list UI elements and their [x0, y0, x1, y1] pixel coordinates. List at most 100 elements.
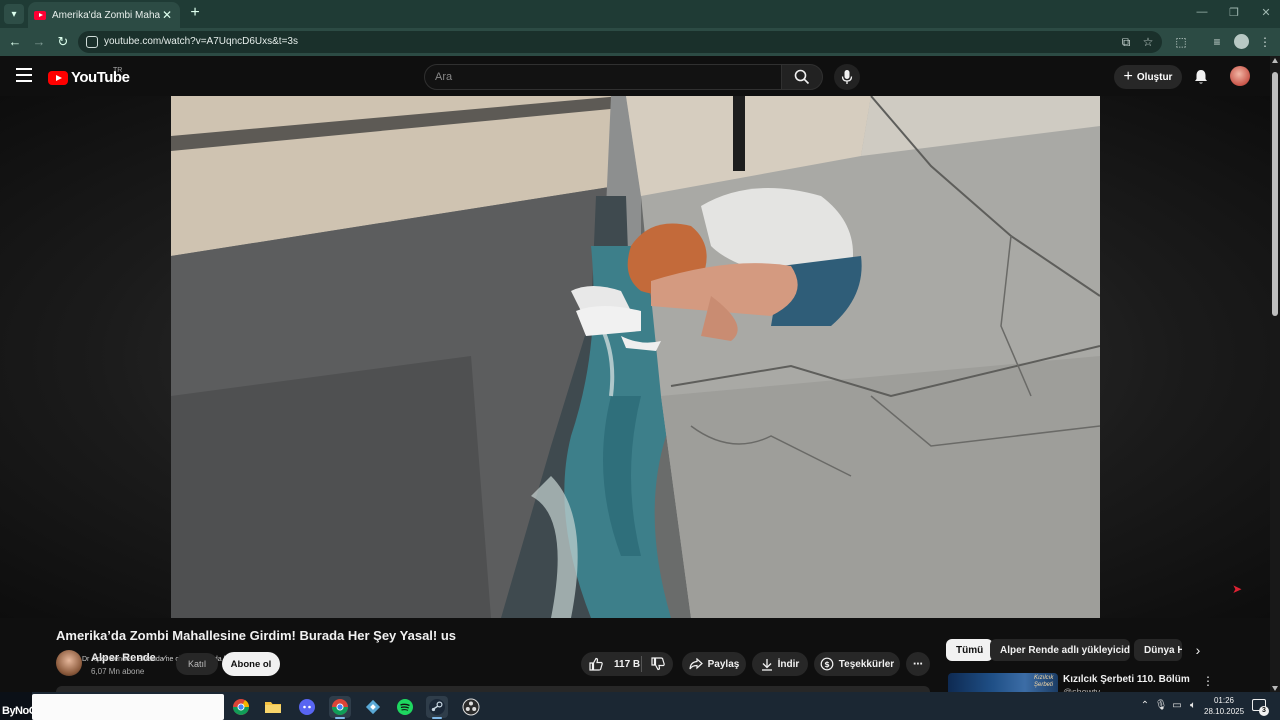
forward-arrow-icon[interactable]: →: [30, 33, 48, 51]
share-label: Paylaş: [707, 658, 740, 670]
close-window-icon[interactable]: ✕: [1256, 6, 1276, 19]
recommendation-title[interactable]: Kızılcık Şerbeti 110. Bölüm: [1063, 674, 1190, 685]
voice-search-button[interactable]: [834, 64, 860, 90]
chip-from-uploader[interactable]: Alper Rende adlı yükleyiciden: [990, 639, 1130, 661]
plus-icon: +: [1123, 68, 1133, 85]
discord-taskbar-icon[interactable]: [296, 696, 318, 718]
obs-taskbar-icon[interactable]: [460, 696, 482, 718]
more-actions-button[interactable]: ⋯: [906, 652, 930, 676]
steam-taskbar-icon[interactable]: [426, 696, 448, 718]
thanks-label: Teşekkürler: [838, 658, 895, 670]
like-dislike-group: 117 B: [581, 652, 673, 676]
clock-date[interactable]: 28.10.2025: [1204, 707, 1244, 716]
search-box: [424, 64, 782, 90]
join-button[interactable]: Katıl: [176, 653, 218, 675]
steam-icon: [429, 699, 445, 715]
microphone-icon: [841, 70, 853, 84]
like-button[interactable]: 117 B: [589, 657, 640, 671]
thumbnail-logo-text: Kızılcık Şerbeti: [1034, 675, 1054, 688]
share-icon: [689, 658, 703, 670]
volume-tray-icon[interactable]: 🔈︎: [1186, 700, 1200, 711]
youtube-header: YouTube TR + Oluştur: [0, 56, 1280, 96]
spotify-icon: [397, 699, 413, 715]
notification-badge: 3: [1259, 706, 1269, 716]
chrome-icon: [233, 699, 249, 715]
app-taskbar-icon[interactable]: [362, 696, 384, 718]
video-title: Amerika’da Zombi Mahallesine Girdim! Bur…: [56, 628, 457, 643]
more-vertical-icon[interactable]: ⋮: [1202, 674, 1214, 688]
thumbs-up-icon: [589, 657, 603, 671]
spotify-taskbar-icon[interactable]: [394, 696, 416, 718]
taskbar-search-box[interactable]: [32, 694, 224, 720]
site-info-icon[interactable]: [86, 36, 98, 48]
tab-close-icon[interactable]: ✕: [160, 8, 174, 22]
browser-profile-avatar[interactable]: [1234, 34, 1249, 49]
restore-window-icon[interactable]: ❐: [1224, 6, 1244, 19]
chrome-icon: [332, 699, 348, 715]
media-controls-icon[interactable]: ≡: [1208, 33, 1226, 51]
address-bar[interactable]: youtube.com/watch?v=A7UqncD6Uxs&t=3s ⧉ ☆: [78, 31, 1162, 53]
youtube-play-icon: [48, 70, 68, 85]
user-avatar[interactable]: [1230, 66, 1250, 86]
menu-hamburger-icon[interactable]: [16, 68, 32, 82]
running-indicator: [335, 717, 345, 719]
chrome-taskbar-icon[interactable]: [230, 696, 252, 718]
tray-overflow-chevron-icon[interactable]: ⌃: [1138, 700, 1152, 711]
thumbs-down-icon: [651, 657, 665, 671]
search-icon: [794, 69, 810, 85]
obs-icon: [462, 698, 480, 716]
more-horizontal-icon: ⋯: [913, 658, 923, 670]
minimize-window-icon[interactable]: —: [1192, 6, 1212, 18]
scroll-up-arrow-icon[interactable]: [1272, 58, 1278, 63]
video-player[interactable]: [171, 96, 1100, 618]
youtube-favicon-icon: [34, 10, 46, 20]
thanks-button[interactable]: $ Teşekkürler: [814, 652, 900, 676]
search-input[interactable]: [425, 65, 781, 89]
like-dislike-divider: [641, 656, 642, 672]
scroll-down-arrow-icon[interactable]: [1272, 686, 1278, 691]
extensions-puzzle-icon[interactable]: ⬚: [1172, 33, 1190, 51]
install-app-icon[interactable]: ⧉: [1118, 35, 1134, 50]
chrome-menu-icon[interactable]: ⋮: [1256, 33, 1274, 51]
url-text[interactable]: youtube.com/watch?v=A7UqncD6Uxs&t=3s: [104, 36, 298, 47]
download-label: İndir: [777, 658, 800, 670]
share-button[interactable]: Paylaş: [682, 652, 746, 676]
page-scrollbar[interactable]: [1270, 56, 1280, 692]
back-arrow-icon[interactable]: ←: [6, 33, 24, 51]
download-button[interactable]: İndir: [752, 652, 808, 676]
network-tray-icon[interactable]: ▭: [1170, 700, 1184, 711]
microphone-tray-icon[interactable]: 🎙︎: [1154, 700, 1168, 711]
running-indicator: [432, 717, 442, 719]
chevron-right-icon[interactable]: ›: [1188, 640, 1208, 660]
subscribe-button[interactable]: Abone ol: [222, 652, 280, 676]
recommendation-thumbnail[interactable]: Kızılcık Şerbeti: [948, 673, 1058, 692]
chrome-profile-taskbar-icon[interactable]: [329, 696, 351, 718]
browser-tab-active[interactable]: Amerika'da Zombi Mahallesine ✕: [28, 2, 180, 28]
svg-text:$: $: [824, 660, 830, 669]
discord-icon: [299, 699, 315, 715]
download-icon: [761, 658, 772, 671]
tab-search-button[interactable]: ▾: [4, 4, 24, 24]
dislike-button[interactable]: [651, 657, 670, 674]
super-thanks-icon: $: [820, 657, 834, 671]
notifications-bell-icon[interactable]: [1192, 68, 1210, 86]
bookmark-star-icon[interactable]: ☆: [1140, 35, 1156, 49]
region-code: TR: [113, 67, 123, 74]
chip-world[interactable]: Dünya H: [1134, 639, 1182, 661]
chip-all[interactable]: Tümü: [946, 639, 994, 661]
diamond-app-icon: [365, 699, 381, 715]
clock-time[interactable]: 01:26: [1204, 696, 1244, 705]
subscriber-count: 6,07 Mn abone: [91, 667, 145, 676]
search-button[interactable]: [781, 64, 823, 90]
reload-icon[interactable]: ↻: [54, 33, 72, 51]
tab-title: Amerika'da Zombi Mahallesine: [52, 9, 160, 21]
file-explorer-taskbar-icon[interactable]: [262, 696, 284, 718]
scrollbar-thumb[interactable]: [1272, 72, 1278, 316]
create-button[interactable]: + Oluştur: [1114, 65, 1182, 89]
folder-icon: [265, 702, 281, 713]
like-count: 117 B: [614, 658, 641, 670]
new-tab-button[interactable]: +: [186, 5, 204, 23]
channel-watermark-icon[interactable]: ➤: [1232, 582, 1242, 596]
browser-toolbar: ← → ↻ youtube.com/watch?v=A7UqncD6Uxs&t=…: [0, 28, 1280, 56]
channel-avatar[interactable]: [56, 650, 82, 676]
